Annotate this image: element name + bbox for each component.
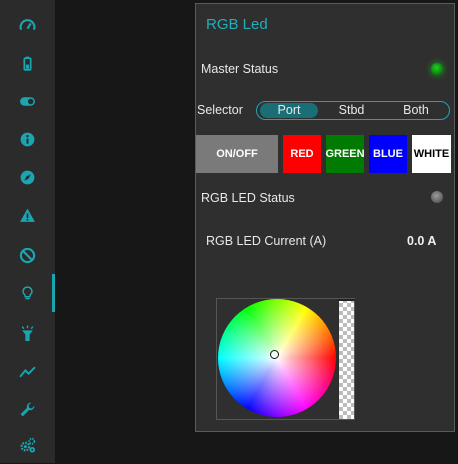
master-status-label: Master Status <box>201 62 279 76</box>
battery-icon <box>23 56 32 71</box>
warning-icon <box>20 208 35 222</box>
sidebar-nav <box>0 0 55 463</box>
alpha-slider-handle[interactable] <box>338 299 355 301</box>
white-button[interactable]: WHITE <box>412 135 451 173</box>
nav-item-lightbulb[interactable] <box>0 274 55 312</box>
master-status-led <box>431 63 443 75</box>
color-picker <box>216 298 355 420</box>
blue-button[interactable]: BLUE <box>369 135 407 173</box>
color-wheel-handle[interactable] <box>270 350 279 359</box>
selector-option-both[interactable]: Both <box>385 103 447 118</box>
nav-item-gauge[interactable] <box>0 6 55 44</box>
info-icon <box>20 132 35 146</box>
gauge-icon <box>19 18 36 30</box>
rgb-led-current-label: RGB LED Current (A) <box>206 234 327 248</box>
nav-item-toggle[interactable] <box>0 82 55 120</box>
selector-option-port[interactable]: Port <box>260 103 318 118</box>
nav-item-battery[interactable] <box>0 44 55 82</box>
nav-item-info[interactable] <box>0 120 55 158</box>
alpha-slider[interactable] <box>339 299 354 419</box>
nav-item-flashlight[interactable] <box>0 314 55 352</box>
panel-title: RGB Led <box>206 16 268 33</box>
red-button[interactable]: RED <box>283 135 321 173</box>
selector-label: Selector <box>197 103 243 117</box>
nav-item-compass[interactable] <box>0 158 55 196</box>
toggle-icon <box>20 96 35 106</box>
flashlight-icon <box>21 325 34 341</box>
rgb-led-status-led <box>431 191 443 203</box>
nav-item-gears[interactable] <box>0 426 55 464</box>
nav-item-trend-chart[interactable] <box>0 352 55 390</box>
nav-item-wrench[interactable] <box>0 390 55 428</box>
compass-icon <box>20 170 35 184</box>
rgb-led-status-label: RGB LED Status <box>201 191 295 205</box>
nav-item-warning[interactable] <box>0 196 55 234</box>
rgb-led-panel: RGB Led Master Status Selector Port Stbd… <box>195 3 455 432</box>
nav-item-prohibited[interactable] <box>0 236 55 274</box>
rgb-led-current-value: 0.0 A <box>407 234 437 248</box>
green-button[interactable]: GREEN <box>325 135 365 173</box>
gears-icon <box>20 437 36 453</box>
on-off-button[interactable]: ON/OFF <box>196 135 278 173</box>
lightbulb-icon <box>22 285 33 299</box>
wrench-icon <box>20 402 35 416</box>
trend-chart-icon <box>19 366 36 377</box>
prohibited-icon <box>19 247 36 263</box>
selector-option-stbd[interactable]: Stbd <box>319 103 384 118</box>
selector-segmented-control: Port Stbd Both <box>256 101 450 120</box>
